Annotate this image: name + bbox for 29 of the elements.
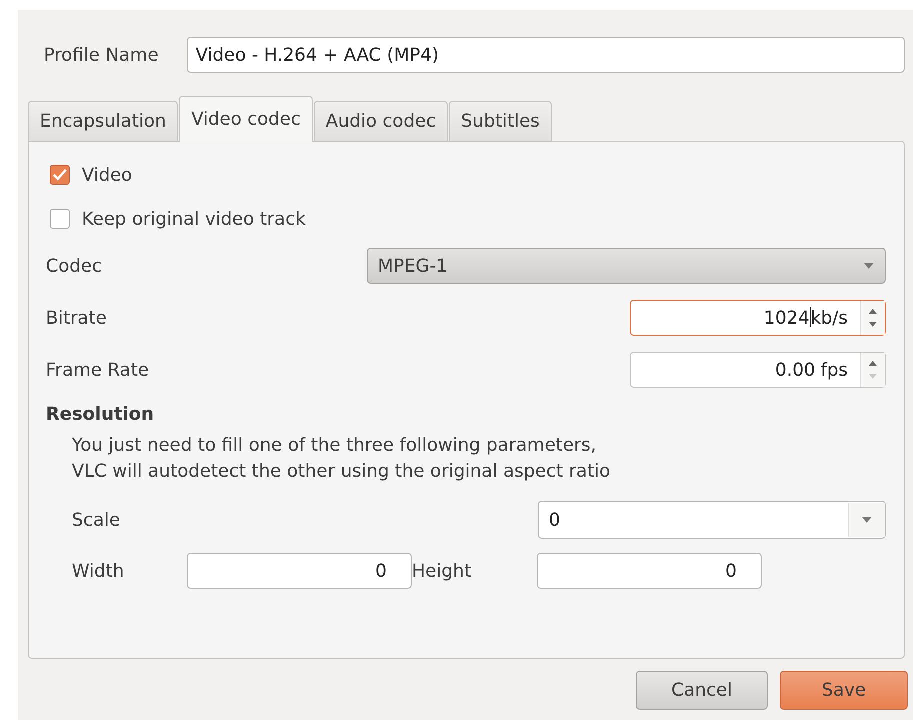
field-label: Codec <box>46 256 103 276</box>
checkbox-label: Video <box>82 164 132 186</box>
field-label: Frame Rate <box>46 360 150 380</box>
height-field[interactable]: 0 <box>537 553 762 589</box>
hint-text: You just need to fill one of the three following parameters, VLC will autodetect the other using the original aspect ratio <box>72 434 612 484</box>
codec-dropdown[interactable]: MPEG-1 <box>367 248 886 284</box>
checkbox[interactable] <box>50 209 70 229</box>
tab[interactable]: Audio codec <box>314 101 448 141</box>
width-field[interactable]: 0 <box>187 553 412 589</box>
field-label: Width <box>72 560 126 582</box>
tab[interactable]: Encapsulation <box>28 101 178 141</box>
field-label: Height <box>412 560 473 582</box>
profile-name-field[interactable]: Video - H.264 + AAC (MP4) <box>186 37 905 73</box>
checkbox-label: Keep original video track <box>82 208 306 230</box>
scale-dropdown[interactable]: 0 <box>538 501 886 539</box>
dropdown-arrow-icon <box>863 262 875 270</box>
spin-field[interactable]: 1024kb/s <box>630 300 886 336</box>
tab[interactable]: Subtitles <box>449 101 552 141</box>
field-label: Profile Name <box>44 44 159 66</box>
section-title: Resolution <box>46 404 156 425</box>
tab[interactable]: Video codec <box>179 96 313 142</box>
field-label: Bitrate <box>46 308 108 328</box>
checkbox[interactable] <box>50 165 70 185</box>
dropdown-arrow-icon <box>861 516 873 524</box>
spin-up-icon[interactable] <box>869 309 877 314</box>
field-label: Scale <box>72 510 122 530</box>
cancel-button[interactable]: Cancel <box>636 671 768 710</box>
save-button[interactable]: Save <box>780 671 908 710</box>
spin-down-icon[interactable] <box>869 322 877 327</box>
